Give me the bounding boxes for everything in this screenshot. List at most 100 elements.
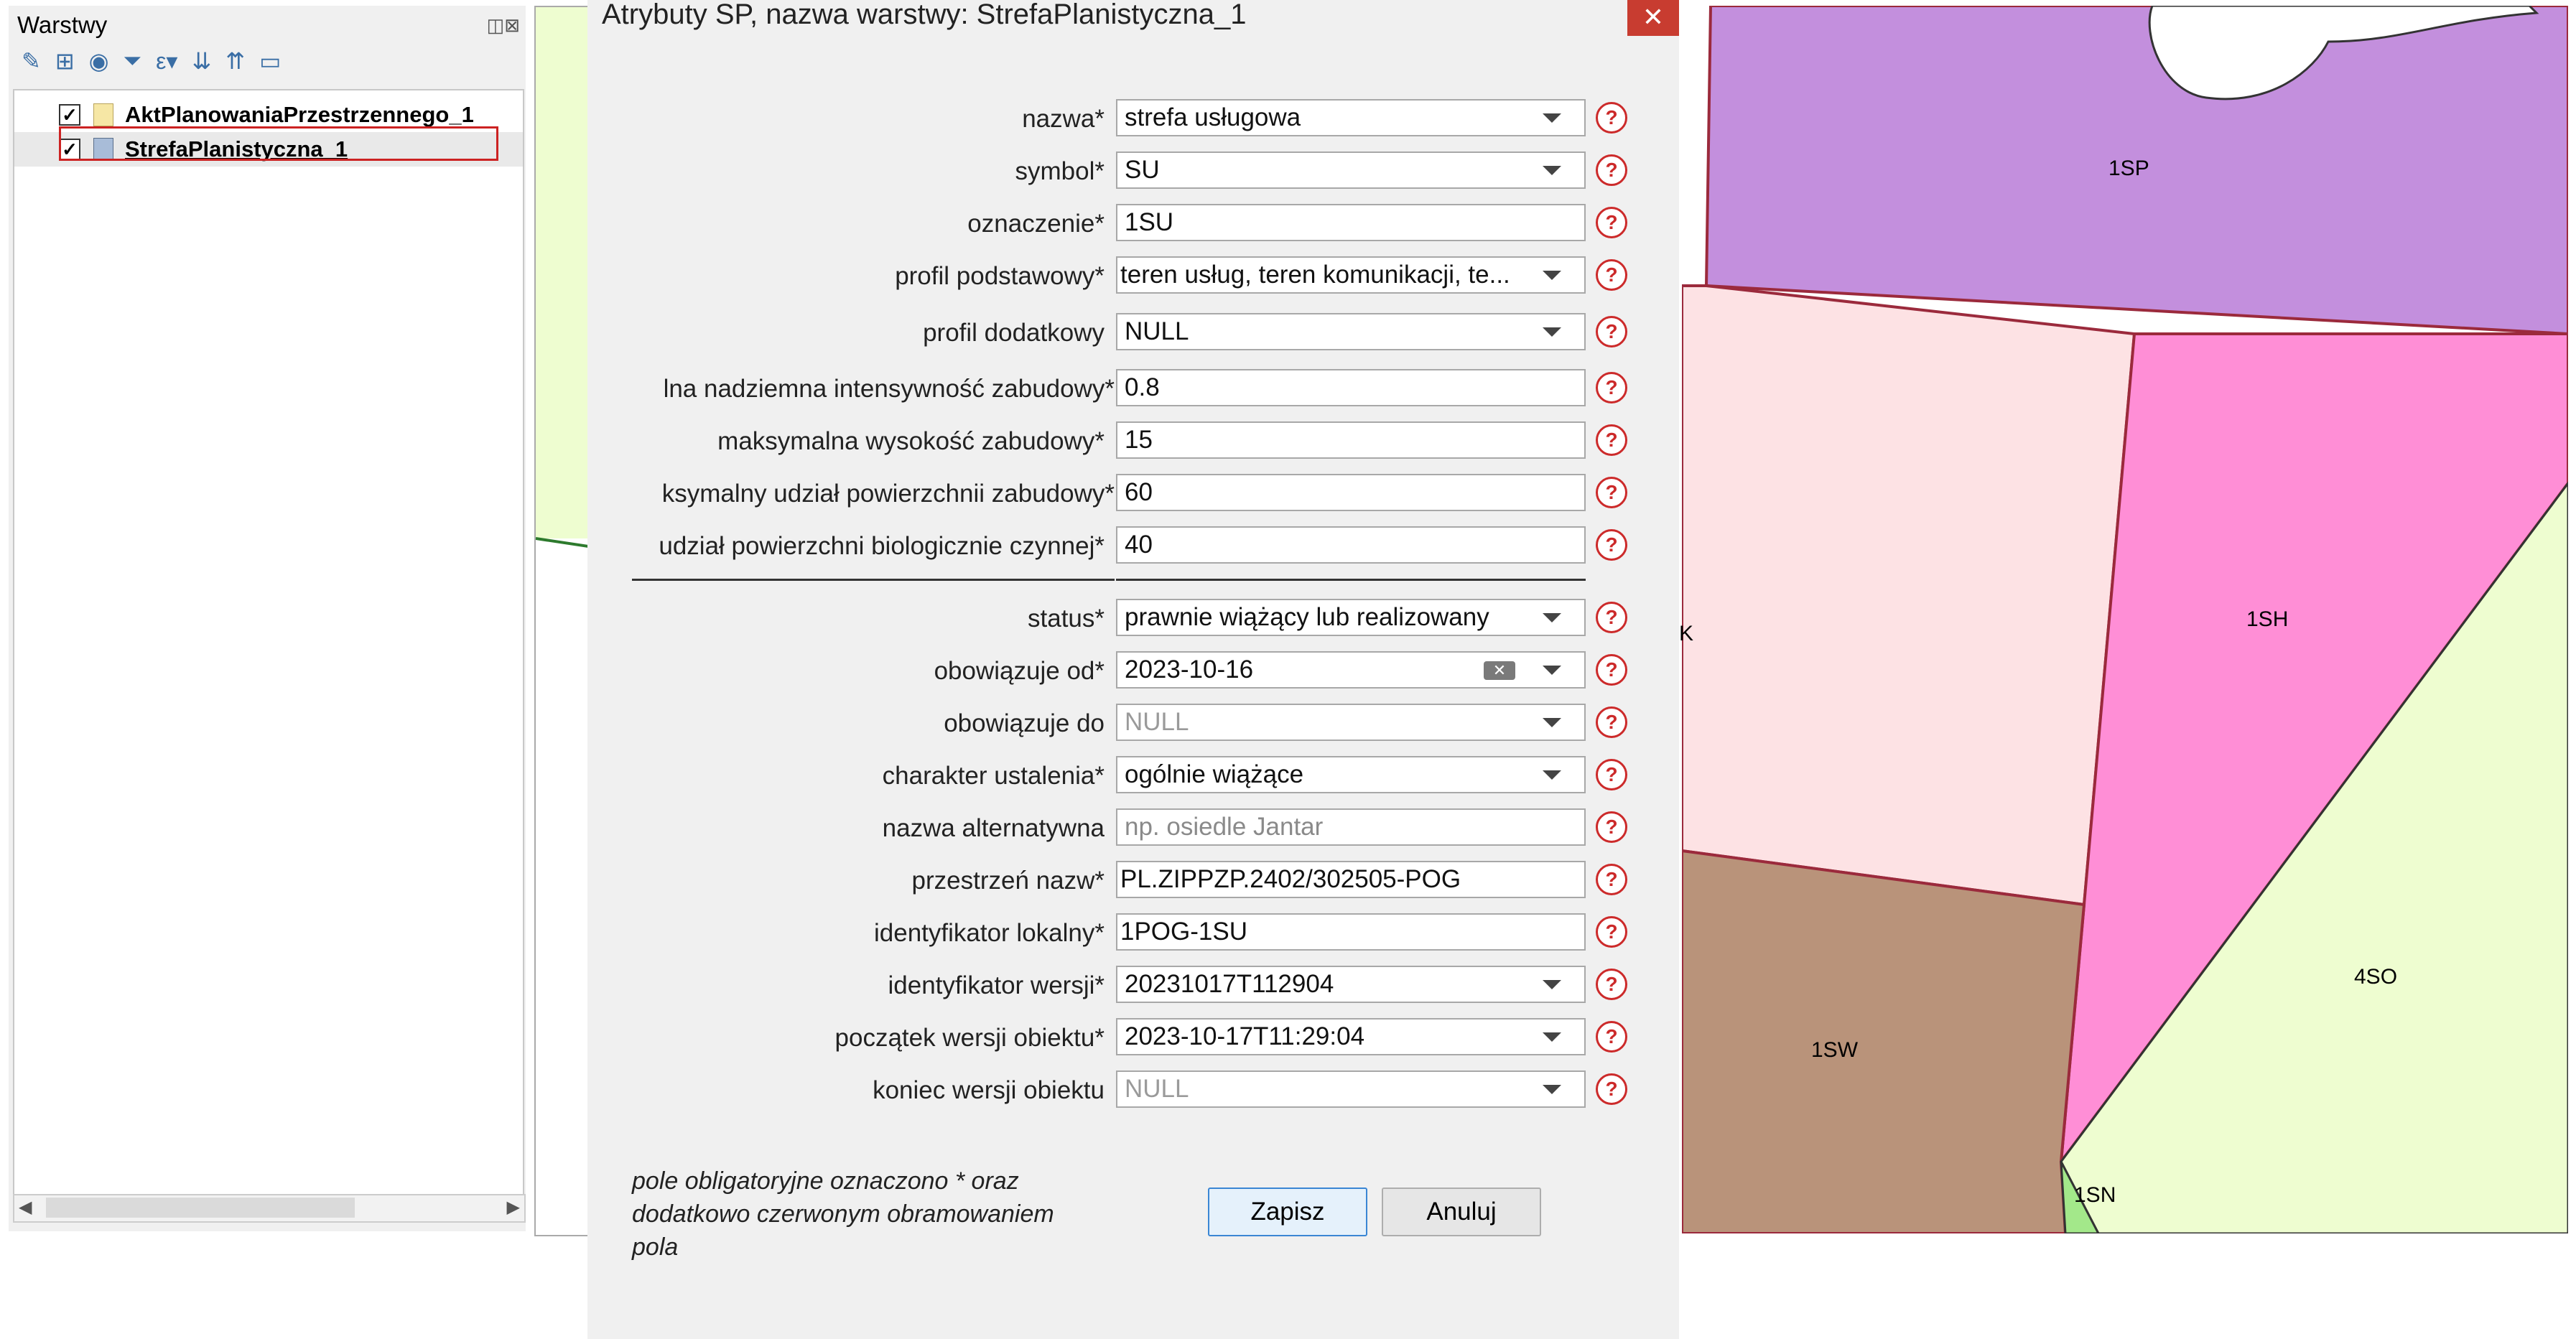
obowiazuje-do-date[interactable]: NULL [1116,704,1586,741]
layer-visibility-checkbox[interactable]: ✓ [59,104,80,126]
chevron-down-icon[interactable] [1543,1085,1561,1094]
poczatek-wersji-datetime[interactable]: 2023-10-17T11:29:04 [1116,1018,1586,1055]
label-clip: lna nadziemna intensywność zabudowy* [632,368,1115,408]
selected-layer-highlight [59,126,498,161]
map-canvas-left[interactable] [534,6,595,1236]
field-label: obowiązuje od* [934,657,1105,685]
layers-panel: Warstwy ◫⊠ ✎ ⊞ ◉ ⏷ ε▾ ⇊ ⇈ ▭ ✓ AktPlanowa… [9,6,526,1231]
field-label: charakter ustalenia* [882,762,1105,790]
wysokosc-input[interactable]: 15 [1116,421,1586,459]
add-group-icon[interactable]: ⊞ [55,47,75,75]
field-row-obowiazuje-od: obowiązuje od* 2023-10-16 ✕ ? [587,650,1679,690]
close-button[interactable]: ✕ [1627,0,1679,36]
visibility-eye-icon[interactable]: ◉ [89,47,109,75]
help-icon[interactable]: ? [1596,154,1627,186]
map-label-1sh: 1SH [2246,607,2289,631]
field-row-poczatek-wersji: początek wersji obiektu* 2023-10-17T11:2… [587,1017,1679,1057]
przestrzen-nazw-input[interactable]: PL.ZIPPZP.2402/302505-POG [1116,861,1586,898]
save-button[interactable]: Zapisz [1208,1188,1367,1236]
help-icon[interactable]: ? [1596,424,1627,456]
zone-light-pink[interactable] [1682,284,2136,907]
horizontal-scrollbar[interactable]: ◀ ▶ [13,1194,526,1223]
cancel-button[interactable]: Anuluj [1382,1188,1541,1236]
layer-name: AktPlanowaniaPrzestrzennego_1 [125,102,474,127]
filter-funnel-icon[interactable]: ⏷ [124,47,142,75]
clear-date-icon[interactable]: ✕ [1484,661,1515,680]
field-row-oznaczenie: oznaczenie* 1SU ? [587,202,1679,243]
field-label: profil podstawowy* [895,262,1105,290]
help-icon[interactable]: ? [1596,207,1627,238]
help-icon[interactable]: ? [1596,811,1627,843]
profil-dodatkowy-select[interactable]: NULL [1116,313,1586,350]
field-row-id-lokalny: identyfikator lokalny* 1POG-1SU ? [587,912,1679,952]
help-icon[interactable]: ? [1596,706,1627,738]
field-row-profil-dodatkowy: profil dodatkowy NULL ? [587,312,1679,352]
filter-expression-icon[interactable]: ε▾ [156,47,177,75]
field-row-obowiazuje-do: obowiązuje do NULL ? [587,702,1679,742]
map-label-1sn: 1SN [2074,1183,2116,1207]
panel-float-close-controls[interactable]: ◫⊠ [487,14,520,37]
chevron-down-icon[interactable] [1543,770,1561,780]
charakter-select[interactable]: ogólnie wiążące [1116,756,1586,793]
help-icon[interactable]: ? [1596,864,1627,895]
chevron-down-icon[interactable] [1543,166,1561,175]
nazwa-select[interactable]: strefa usługowa [1116,99,1586,136]
chevron-down-icon[interactable] [1543,718,1561,727]
field-label: lna nadziemna intensywność zabudowy* [663,375,1115,403]
collapse-all-icon[interactable]: ⇈ [225,47,245,75]
intensywnosc-input[interactable]: 0.8 [1116,369,1586,406]
expand-all-icon[interactable]: ⇊ [192,47,211,75]
chevron-down-icon[interactable] [1543,666,1561,675]
dialog-title: Atrybuty SP, nazwa warstwy: StrefaPlanis… [602,0,1247,30]
field-label: symbol* [1015,157,1105,185]
help-icon[interactable]: ? [1596,969,1627,1000]
help-icon[interactable]: ? [1596,1021,1627,1053]
chevron-down-icon[interactable] [1543,113,1561,123]
editable-layer-icon [93,103,113,126]
chevron-down-icon[interactable] [1543,613,1561,622]
chevron-down-icon[interactable] [1543,1032,1561,1042]
help-icon[interactable]: ? [1596,529,1627,561]
scroll-right-icon[interactable]: ▶ [507,1197,520,1218]
oznaczenie-input[interactable]: 1SU [1116,204,1586,241]
help-icon[interactable]: ? [1596,477,1627,508]
chevron-down-icon[interactable] [1543,327,1561,337]
field-label: nazwa alternatywna [882,814,1105,842]
chevron-down-icon[interactable] [1543,271,1561,280]
field-row-udzial-bio: udział powierzchni biologicznie czynnej*… [587,525,1679,565]
style-brush-icon[interactable]: ✎ [22,47,41,75]
help-icon[interactable]: ? [1596,654,1627,686]
status-select[interactable]: prawnie wiążący lub realizowany [1116,599,1586,636]
map-canvas[interactable]: 1SP 1SH 1SW 4SO 1SN K [1679,6,2568,1233]
help-icon[interactable]: ? [1596,916,1627,948]
field-row-nazwa-alternatywna: nazwa alternatywna np. osiedle Jantar ? [587,807,1679,847]
map-label-1sw: 1SW [1811,1038,1859,1062]
nazwa-alternatywna-input[interactable]: np. osiedle Jantar [1116,808,1586,846]
map-label-4so: 4SO [2354,965,2398,989]
help-icon[interactable]: ? [1596,759,1627,790]
label-clip: ksymalny udział powierzchnii zabudowy* [632,472,1115,513]
field-label: identyfikator wersji* [888,971,1105,999]
chevron-down-icon[interactable] [1543,980,1561,989]
help-icon[interactable]: ? [1596,1073,1627,1105]
field-label: ksymalny udział powierzchnii zabudowy* [661,480,1115,508]
id-wersji-select[interactable]: 20231017T112904 [1116,966,1586,1003]
id-lokalny-input[interactable]: 1POG-1SU [1116,913,1586,951]
field-label: początek wersji obiektu* [834,1024,1105,1052]
symbol-select[interactable]: SU [1116,151,1586,189]
scroll-left-icon[interactable]: ◀ [19,1197,32,1218]
remove-layer-icon[interactable]: ▭ [259,47,281,75]
profil-podstawowy-multiselect[interactable]: teren usług, teren komunikacji, te... [1116,256,1586,294]
help-icon[interactable]: ? [1596,372,1627,403]
help-icon[interactable]: ? [1596,259,1627,291]
help-icon[interactable]: ? [1596,102,1627,134]
field-label: udział powierzchni biologicznie czynnej* [659,532,1105,560]
zone-1sw[interactable] [1682,849,2086,1233]
udzial-bio-input[interactable]: 40 [1116,526,1586,564]
koniec-wersji-datetime[interactable]: NULL [1116,1070,1586,1108]
help-icon[interactable]: ? [1596,316,1627,347]
help-icon[interactable]: ? [1596,602,1627,633]
scrollbar-thumb[interactable] [46,1198,355,1218]
field-label: przestrzeń nazw* [911,867,1105,895]
udzial-zabudowy-input[interactable]: 60 [1116,474,1586,511]
